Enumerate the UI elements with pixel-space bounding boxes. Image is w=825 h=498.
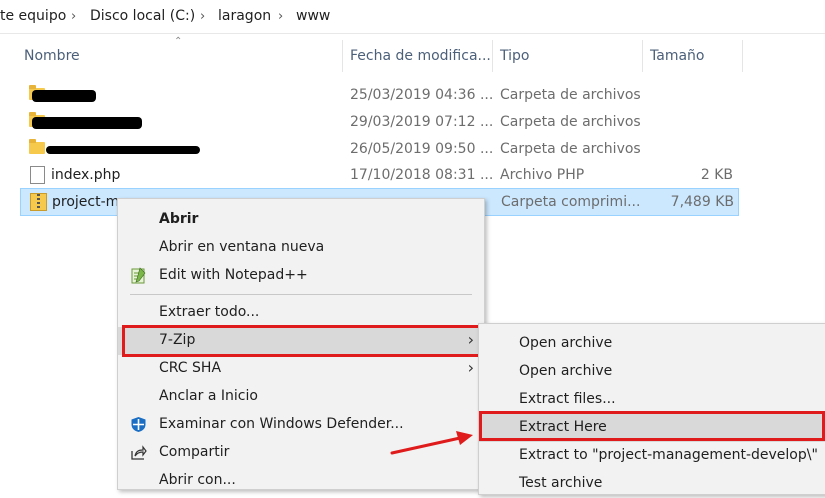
file-date: 17/10/2018 08:31 ... — [350, 167, 494, 183]
column-header-type[interactable]: Tipo — [500, 48, 529, 64]
menu-item-open-with[interactable]: Abrir con... — [118, 467, 484, 495]
chevron-right-icon: › — [200, 9, 206, 24]
share-icon — [130, 444, 147, 461]
menu-item-pin-start[interactable]: Anclar a Inicio — [118, 383, 484, 411]
zip-folder-icon — [30, 193, 47, 211]
divider — [0, 33, 825, 34]
file-date: 29/03/2019 07:12 ... — [350, 114, 494, 130]
file-type: Carpeta de archivos — [500, 87, 641, 103]
column-divider[interactable] — [342, 40, 343, 72]
column-divider[interactable] — [742, 40, 743, 72]
menu-item-extract-all[interactable]: Extraer todo... — [118, 299, 484, 327]
file-name: index.php — [51, 167, 121, 183]
submenu-7zip: Open archive Open archive Extract files.… — [478, 323, 825, 495]
file-date: 26/05/2019 09:50 ... — [350, 141, 494, 157]
column-header-size[interactable]: Tamaño — [650, 48, 704, 64]
breadcrumb-item-disk[interactable]: Disco local (C:) — [90, 8, 195, 24]
submenu-item-test-archive[interactable]: Test archive — [479, 470, 825, 498]
file-row[interactable]: 26/05/2019 09:50 ... Carpeta de archivos — [20, 136, 737, 163]
folder-icon — [29, 139, 45, 154]
chevron-right-icon: › — [71, 9, 77, 24]
address-bar[interactable]: te equipo › Disco local (C:) › laragon ›… — [0, 0, 825, 34]
menu-item-notepad-plus-plus[interactable]: Edit with Notepad++ — [118, 262, 484, 290]
file-type: Carpeta de archivos — [500, 141, 641, 157]
file-type: Carpeta comprimi... — [501, 194, 641, 210]
file-row[interactable]: 29/03/2019 07:12 ... Carpeta de archivos — [20, 109, 737, 136]
menu-item-open[interactable]: Abrir — [118, 206, 484, 234]
submenu-item-open-archive[interactable]: Open archive — [479, 330, 825, 358]
submenu-item-open-archive-alt[interactable]: Open archive — [479, 358, 825, 386]
redacted-name — [32, 117, 142, 129]
file-row[interactable]: index.php 17/10/2018 08:31 ... Archivo P… — [20, 162, 737, 189]
chevron-right-icon: › — [278, 9, 284, 24]
file-name: project-m — [52, 194, 120, 210]
column-header-date[interactable]: Fecha de modifica... — [350, 48, 491, 64]
menu-item-crc-sha[interactable]: CRC SHA › — [118, 355, 484, 383]
sort-ascending-icon: ⌃ — [174, 36, 183, 47]
breadcrumb-item-www[interactable]: www — [296, 8, 330, 24]
php-file-icon — [30, 166, 45, 184]
chevron-right-icon: › — [467, 358, 474, 377]
file-size: 7,489 KB — [670, 194, 734, 210]
submenu-item-extract-to[interactable]: Extract to "project-management-develop\" — [479, 442, 825, 470]
menu-item-open-new-window[interactable]: Abrir en ventana nueva — [118, 234, 484, 262]
column-divider[interactable] — [492, 40, 493, 72]
highlight-box-7zip — [122, 325, 483, 357]
file-type: Carpeta de archivos — [500, 114, 641, 130]
menu-separator — [130, 294, 472, 295]
redacted-name — [46, 146, 200, 154]
file-row[interactable]: 25/03/2019 04:36 ... Carpeta de archivos — [20, 82, 737, 109]
annotation-arrow — [390, 431, 473, 455]
file-type: Archivo PHP — [500, 167, 585, 183]
highlight-box-extract-here — [479, 411, 825, 441]
submenu-item-extract-files[interactable]: Extract files... — [479, 386, 825, 414]
breadcrumb-item-pc[interactable]: te equipo — [0, 8, 66, 24]
column-divider[interactable] — [642, 40, 643, 72]
windows-defender-icon — [130, 416, 147, 433]
notepad-plus-plus-icon — [130, 267, 147, 284]
file-size: 2 KB — [700, 167, 733, 183]
redacted-name — [32, 90, 96, 102]
file-date: 25/03/2019 04:36 ... — [350, 87, 494, 103]
column-header-name[interactable]: Nombre — [24, 48, 80, 64]
breadcrumb-item-laragon[interactable]: laragon — [218, 8, 271, 24]
